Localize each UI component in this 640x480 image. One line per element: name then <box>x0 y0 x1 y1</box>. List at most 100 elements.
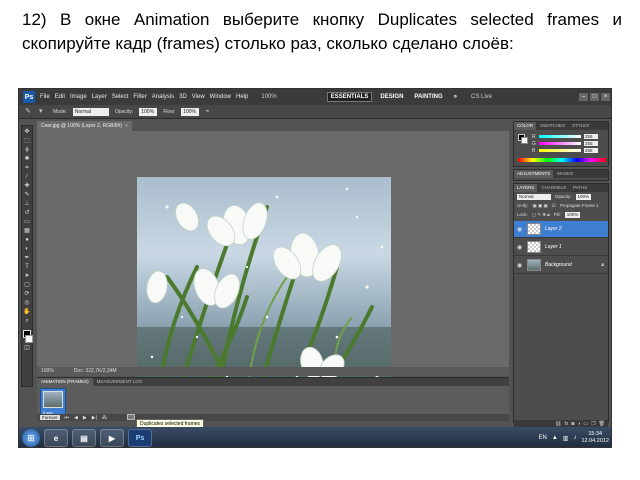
clock[interactable]: 15:34 12.04.2012 <box>581 431 609 445</box>
menu-window[interactable]: Window <box>210 94 231 100</box>
menu-image[interactable]: Image <box>70 94 87 100</box>
channel-r-value[interactable]: 255 <box>584 134 598 139</box>
mode-select[interactable]: Normal <box>72 107 109 116</box>
loop-select[interactable]: Forever <box>40 415 60 420</box>
background-color-swatch[interactable] <box>25 335 33 343</box>
blur-tool-icon[interactable]: ● <box>22 236 32 244</box>
taskbar-photoshop-icon[interactable]: Ps <box>128 429 152 447</box>
shape-tool-icon[interactable]: ▢ <box>22 281 32 289</box>
gradient-tool-icon[interactable]: ▦ <box>22 227 32 235</box>
slider-row-g[interactable]: G 255 <box>532 141 598 147</box>
menu-help[interactable]: Help <box>236 94 248 100</box>
workspace-essentials[interactable]: ESSENTIALS <box>326 92 373 102</box>
zoom-level[interactable]: 100% <box>261 94 276 100</box>
healing-tool-icon[interactable]: ✚ <box>22 182 32 190</box>
hand-tool-icon[interactable]: ✋ <box>22 308 32 316</box>
prev-frame-icon[interactable]: ◀ <box>74 415 78 421</box>
flow-field[interactable]: 100% <box>181 107 200 116</box>
close-icon[interactable]: × <box>601 93 610 101</box>
tab-color[interactable]: COLOR <box>514 122 537 130</box>
eyedropper-tool-icon[interactable]: ⁄ <box>22 173 32 181</box>
tween-icon[interactable]: ⁂ <box>102 415 107 421</box>
tab-paths[interactable]: PATHS <box>570 184 590 192</box>
quick-mask-icon[interactable]: ◫ <box>22 344 32 352</box>
dodge-tool-icon[interactable]: ◐ <box>22 245 32 253</box>
pen-tool-icon[interactable]: ✒ <box>22 254 32 262</box>
brush-preset-icon[interactable]: ▾ <box>39 108 47 116</box>
slider-row-r[interactable]: R 255 <box>532 134 598 140</box>
taskbar-media-icon[interactable]: ▶ <box>100 429 124 447</box>
marquee-tool-icon[interactable]: ⬚ <box>22 137 32 145</box>
lasso-tool-icon[interactable]: ϕ <box>22 146 32 154</box>
start-button[interactable]: ⊞ <box>22 429 40 447</box>
lock-icons[interactable]: ▢ ✎ ✥ 🔒︎ <box>532 212 550 218</box>
visibility-eye-icon[interactable]: ◉ <box>517 244 523 251</box>
color-spectrum[interactable] <box>518 158 606 162</box>
document-tab[interactable]: Снег.jpg @ 100% (Layer 2, RGB/8#) × <box>37 121 132 131</box>
tab-animation-frames[interactable]: ANIMATION (FRAMES) <box>37 378 93 386</box>
zoom-tool-icon[interactable]: ⌕ <box>22 317 32 325</box>
channel-b-value[interactable]: 255 <box>584 148 598 153</box>
menu-filter[interactable]: Filter <box>133 94 146 100</box>
duplicate-frames-button[interactable] <box>127 414 135 420</box>
next-frame-icon[interactable]: ▶| <box>92 415 97 421</box>
tab-swatches[interactable]: SWATCHES <box>537 122 568 130</box>
opacity-field[interactable]: 100% <box>139 107 158 116</box>
play-icon[interactable]: ▶ <box>83 415 87 421</box>
taskbar-explorer-icon[interactable]: ▤ <box>72 429 96 447</box>
visibility-eye-icon[interactable]: ◉ <box>517 226 523 233</box>
language-indicator[interactable]: EN <box>539 435 547 441</box>
first-frame-icon[interactable]: ⏮ <box>65 415 70 421</box>
layer-row-background[interactable]: ◉ Background 🔒︎ <box>514 257 608 274</box>
volume-icon[interactable]: ♪ <box>573 435 576 441</box>
menu-edit[interactable]: Edit <box>55 94 65 100</box>
menu-layer[interactable]: Layer <box>92 94 107 100</box>
tab-masks[interactable]: MASKS <box>554 170 576 178</box>
menu-file[interactable]: File <box>40 94 50 100</box>
workspace-design[interactable]: DESIGN <box>377 93 406 101</box>
minimize-icon[interactable]: – <box>579 93 588 101</box>
crop-tool-icon[interactable]: ⌗ <box>22 164 32 172</box>
network-icon[interactable]: ▥ <box>563 435 569 442</box>
3d-rotate-tool-icon[interactable]: ⟳ <box>22 290 32 298</box>
visibility-eye-icon[interactable]: ◉ <box>517 262 523 269</box>
fill-field[interactable]: 100% <box>564 211 581 218</box>
channel-r-slider[interactable] <box>539 135 581 138</box>
channel-g-value[interactable]: 255 <box>584 141 598 146</box>
quick-select-tool-icon[interactable]: ✱ <box>22 155 32 163</box>
panel-background-swatch[interactable] <box>521 137 528 144</box>
unify-icons[interactable]: ▣ ▣ ▣ <box>533 203 548 209</box>
type-tool-icon[interactable]: T <box>22 263 32 271</box>
cs-live-button[interactable]: CS Live <box>471 94 492 100</box>
move-tool-icon[interactable]: ✥ <box>22 128 32 136</box>
propagate-checkbox[interactable]: ☑ <box>552 203 556 209</box>
channel-b-slider[interactable] <box>539 149 581 152</box>
maximize-icon[interactable]: □ <box>590 93 599 101</box>
brush-tool-icon-2[interactable]: ✎ <box>22 191 32 199</box>
workspace-painting[interactable]: PAINTING <box>411 93 445 101</box>
tab-styles[interactable]: STYLES <box>569 122 592 130</box>
taskbar-ie-icon[interactable]: e <box>44 429 68 447</box>
tab-adjustments[interactable]: ADJUSTMENTS <box>514 170 554 178</box>
3d-orbit-tool-icon[interactable]: ◎ <box>22 299 32 307</box>
tab-measurement-log[interactable]: MEASUREMENT LOG <box>93 378 147 386</box>
history-brush-tool-icon[interactable]: ↺ <box>22 209 32 217</box>
slider-row-b[interactable]: B 255 <box>532 148 598 154</box>
channel-g-slider[interactable] <box>539 142 581 145</box>
workspace-more[interactable]: » <box>451 93 460 101</box>
layer-row-layer-2[interactable]: ◉ Layer 2 <box>514 221 608 238</box>
tab-layers[interactable]: LAYERS <box>514 184 538 192</box>
menu-view[interactable]: View <box>192 94 205 100</box>
color-swatches[interactable] <box>518 134 528 144</box>
menu-3d[interactable]: 3D <box>179 94 187 100</box>
path-select-tool-icon[interactable]: ➤ <box>22 272 32 280</box>
eraser-tool-icon[interactable]: ▭ <box>22 218 32 226</box>
tray-arrow-icon[interactable]: ▲ <box>552 435 558 441</box>
blend-mode-select[interactable]: Normal <box>517 193 551 200</box>
canvas-area[interactable] <box>37 131 509 399</box>
layer-row-layer-1[interactable]: ◉ Layer 1 <box>514 239 608 256</box>
close-document-icon[interactable]: × <box>125 123 128 129</box>
menu-select[interactable]: Select <box>112 94 129 100</box>
brush-tool-icon[interactable]: ✎ <box>25 108 33 116</box>
menu-analysis[interactable]: Analysis <box>152 94 174 100</box>
